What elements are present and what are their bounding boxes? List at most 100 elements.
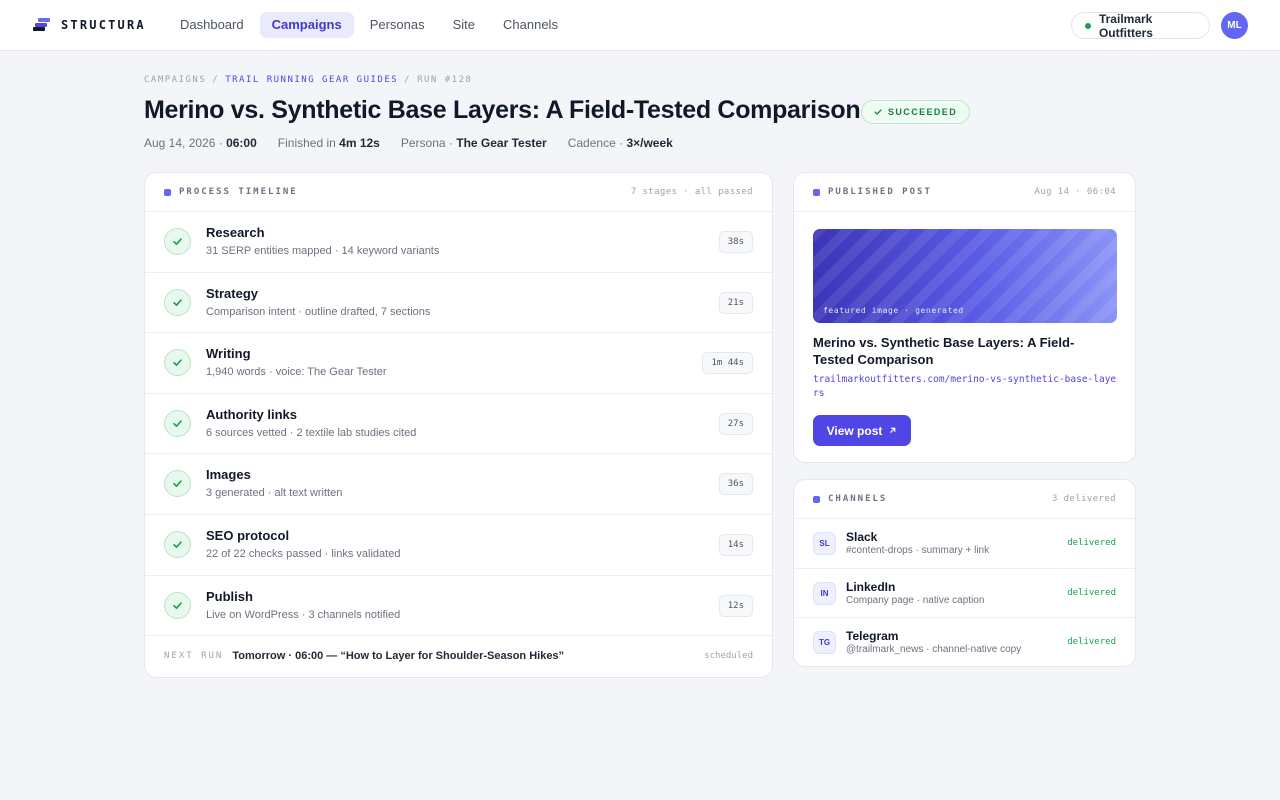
avatar[interactable]: ML [1221, 12, 1248, 39]
timeline-stage[interactable]: Authority links 6 sources vetted · 2 text… [145, 394, 772, 455]
featured-image: featured image · generated [813, 229, 1117, 323]
stage-list: Research 31 SERP entities mapped · 14 key… [145, 212, 772, 637]
channel-list: SL Slack #content-drops · summary + link de… [794, 519, 1135, 668]
run-persona: Persona · The Gear Tester [400, 136, 547, 150]
timeline-stage[interactable]: Publish Live on WordPress · 3 channels no… [145, 576, 772, 637]
next-run: NEXT RUN Tomorrow · 06:00 — “How to Laye… [145, 635, 772, 677]
card-title: CHANNELS [813, 494, 887, 504]
org-switcher[interactable]: Trailmark Outfitters [1071, 11, 1210, 40]
card-header: PUBLISHED POST Aug 14 · 06:04 [794, 173, 1135, 212]
channel-row[interactable]: SL Slack #content-drops · summary + link de… [794, 519, 1135, 569]
timeline-summary: 7 stages · all passed [630, 187, 753, 197]
main-nav: Dashboard Campaigns Personas Site Channe… [168, 12, 570, 38]
run-cadence: Cadence · 3×/week [567, 136, 673, 150]
channel-status: delivered [1067, 637, 1116, 647]
square-icon [164, 188, 171, 196]
timeline-stage[interactable]: Strategy Comparison intent · outline draf… [145, 273, 772, 334]
nav-campaigns[interactable]: Campaigns [259, 12, 354, 38]
channel-name: Telegram [846, 629, 899, 643]
stage-detail: 3 generated · alt text written [206, 487, 343, 500]
logo-icon [33, 17, 50, 32]
process-timeline-card: PROCESS TIMELINE 7 stages · all passed R… [144, 172, 773, 678]
stage-duration: 21s [718, 291, 753, 314]
view-post-button[interactable]: View post [813, 415, 911, 446]
stage-duration: 38s [718, 231, 753, 253]
post-title: Merino vs. Synthetic Base Layers: A Fiel… [813, 335, 1075, 367]
check-circle-icon [164, 591, 191, 619]
breadcrumb: CAMPAIGNS / TRAIL RUNNING GEAR GUIDES / RUN … [144, 75, 472, 85]
run-duration: Finished in 4m 12s [277, 136, 380, 150]
stage-name: SEO protocol [206, 527, 290, 543]
check-circle-icon [164, 288, 191, 316]
channel-badge: TG [813, 631, 836, 654]
timeline-stage[interactable]: Writing 1,940 words · voice: The Gear Tes… [145, 333, 772, 394]
channel-row[interactable]: IN LinkedIn Company page · native caption d… [794, 569, 1135, 618]
channel-badge: IN [813, 581, 836, 605]
published-post-card: PUBLISHED POST Aug 14 · 06:04 featured i… [793, 172, 1136, 463]
post-timestamp: Aug 14 · 06:04 [1034, 187, 1116, 197]
square-icon [813, 495, 820, 503]
next-run-label: NEXT RUN [164, 651, 224, 661]
check-circle-icon [164, 530, 191, 558]
check-circle-icon [164, 228, 191, 255]
breadcrumb-campaign[interactable]: TRAIL RUNNING GEAR GUIDES [225, 75, 398, 85]
card-title: PUBLISHED POST [813, 187, 932, 197]
stage-duration: 12s [718, 594, 753, 617]
channel-detail: @trailmark_news · channel-native copy [846, 644, 1022, 655]
stage-detail: 1,940 words · voice: The Gear Tester [206, 366, 387, 379]
featured-image-caption: featured image · generated [823, 306, 964, 315]
card-header: PROCESS TIMELINE 7 stages · all passed [145, 173, 772, 212]
run-persona-value[interactable]: The Gear Tester [456, 136, 546, 150]
card-header: CHANNELS 3 delivered [794, 480, 1135, 519]
run-time: 06:00 [226, 136, 257, 150]
run-meta: Aug 14, 2026 · 06:00 Finished in 4m 12s … [144, 136, 673, 150]
card-title: PROCESS TIMELINE [164, 187, 298, 197]
channel-detail: Company page · native caption [846, 594, 985, 606]
status-badge: SUCCEEDED [861, 100, 971, 124]
timeline-stage[interactable]: Images 3 generated · alt text written 36s [145, 454, 772, 515]
stage-detail: 22 of 22 checks passed · links validated [206, 547, 401, 560]
stage-name: Authority links [206, 406, 298, 422]
nav-site[interactable]: Site [441, 12, 487, 38]
channels-summary: 3 delivered [1051, 494, 1116, 504]
timeline-stage[interactable]: Research 31 SERP entities mapped · 14 key… [145, 212, 772, 273]
stage-name: Strategy [206, 285, 259, 301]
post-url-link[interactable]: trailmarkoutfitters.com/merino-vs-synthe… [813, 373, 1117, 401]
stage-name: Images [206, 467, 251, 483]
stage-detail: 6 sources vetted · 2 textile lab studies… [206, 426, 417, 439]
channel-detail: #content-drops · summary + link [846, 545, 990, 556]
check-circle-icon [164, 470, 191, 498]
channel-name: Slack [846, 530, 878, 544]
status-label: SUCCEEDED [888, 107, 958, 117]
stage-duration: 14s [718, 533, 753, 556]
check-icon [874, 109, 882, 115]
run-cadence-value: 3×/week [626, 136, 673, 150]
channel-row[interactable]: TG Telegram @trailmark_news · channel-nati… [794, 618, 1135, 668]
app-logo[interactable]: STRUCTURA [33, 17, 146, 32]
next-run-status: scheduled [704, 651, 753, 661]
nav-channels[interactable]: Channels [491, 12, 570, 38]
nav-personas[interactable]: Personas [358, 12, 437, 38]
run-duration-value: 4m 12s [339, 136, 380, 150]
nav-dashboard[interactable]: Dashboard [168, 12, 256, 38]
stage-name: Writing [206, 346, 251, 362]
next-run-value[interactable]: Tomorrow · 06:00 — “How to Layer for Sho… [232, 650, 564, 662]
check-circle-icon [164, 349, 191, 377]
timeline-stage[interactable]: SEO protocol 22 of 22 checks passed · lin… [145, 515, 772, 576]
channel-name: LinkedIn [846, 579, 896, 594]
stage-name: Research [206, 225, 265, 240]
app-name: STRUCTURA [61, 17, 146, 32]
stage-detail: Comparison intent · outline drafted, 7 s… [206, 305, 431, 318]
page-title: Merino vs. Synthetic Base Layers: A Fiel… [144, 96, 861, 124]
stage-detail: 31 SERP entities mapped · 14 keyword var… [206, 245, 440, 257]
breadcrumb-campaigns[interactable]: CAMPAIGNS [144, 75, 206, 85]
channels-card: CHANNELS 3 delivered SL Slack #content-dro… [793, 479, 1136, 667]
org-name: Trailmark Outfitters [1098, 11, 1153, 40]
breadcrumb-separator: / [212, 75, 220, 85]
breadcrumb-run: RUN #128 [417, 75, 473, 85]
run-date: Aug 14, 2026 · 06:00 [144, 136, 257, 150]
stage-duration: 27s [718, 412, 753, 435]
stage-name: Publish [206, 588, 253, 604]
external-link-icon [890, 427, 896, 433]
stage-detail: Live on WordPress · 3 channels notified [206, 608, 401, 621]
